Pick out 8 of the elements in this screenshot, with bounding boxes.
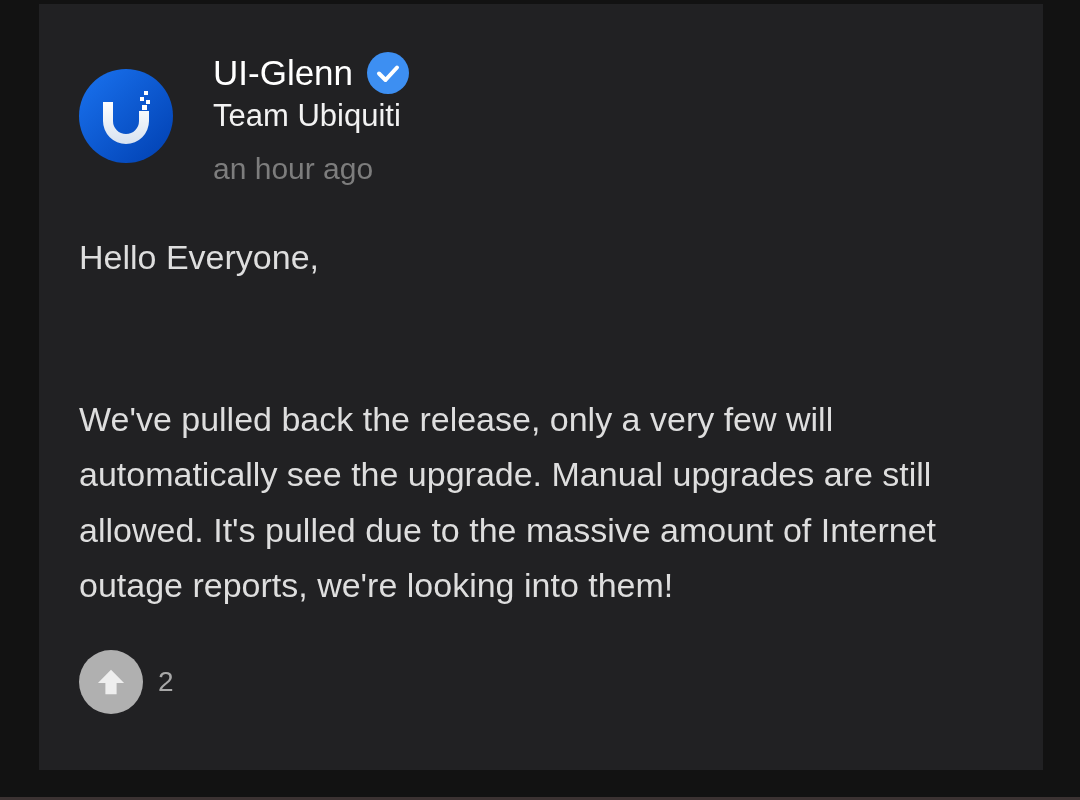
avatar-logo-icon <box>79 69 173 163</box>
upvote-count: 2 <box>158 665 174 698</box>
post-paragraph: Hello Everyone, <box>79 237 320 278</box>
up-arrow-icon <box>97 667 125 696</box>
post-time: an hour ago <box>213 151 374 187</box>
author-team: Team Ubiquiti <box>213 97 401 135</box>
author-name[interactable]: UI-Glenn <box>213 50 354 96</box>
post-paragraph: We've pulled back the release, only a very few will automatically see the upgrade. Manual upgrades are still allowed. It's pulled due to the massive amount of Internet outage reports, we're looking into them! <box>79 398 937 606</box>
